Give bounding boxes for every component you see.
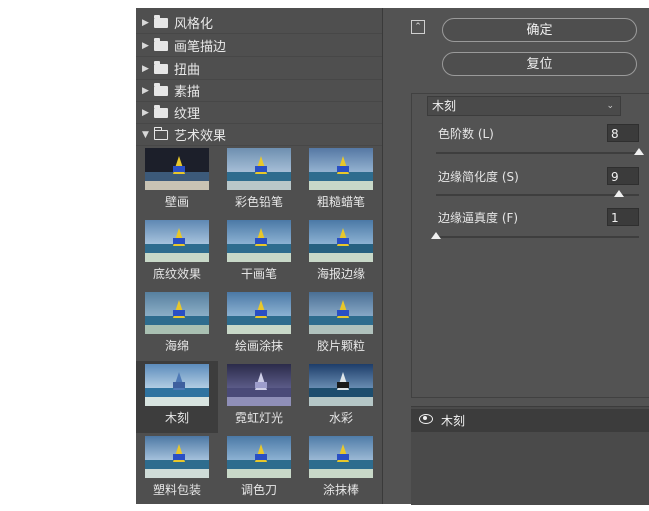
thumb-label: 底纹效果	[152, 267, 201, 281]
expand-arrow-icon: ▶	[142, 40, 149, 51]
expand-arrow-icon: ▶	[142, 107, 149, 118]
thumb-label: 干画笔	[240, 267, 277, 281]
thumb-label: 海绵	[164, 339, 189, 353]
thumb-label: 涂抹棒	[322, 483, 359, 497]
filter-select-value: 木刻	[432, 99, 457, 113]
slider-knob[interactable]	[431, 232, 441, 239]
thumbnail-image	[309, 148, 373, 190]
thumbnail-grid: 壁画 彩色铅笔 粗糙蜡笔 底纹效果 干画笔 海报边缘 海绵 绘画涂抹 胶片颗粒 …	[136, 145, 382, 504]
collapse-icon[interactable]: ⌃	[411, 20, 425, 34]
folder-open-icon	[154, 126, 168, 140]
layer-name: 木刻	[441, 414, 466, 428]
thumb-paint-daubs[interactable]: 绘画涂抹	[218, 289, 300, 361]
thumb-label: 海报边缘	[316, 267, 365, 281]
thumb-label: 胶片颗粒	[316, 339, 365, 353]
thumb-label: 塑料包装	[152, 483, 201, 497]
param-input-simplicity[interactable]: 9	[607, 167, 639, 185]
category-label: 纹理	[174, 107, 201, 122]
thumb-label: 水彩	[328, 411, 353, 425]
reset-button[interactable]: 复位	[442, 52, 637, 76]
thumbnail-image	[145, 148, 209, 190]
expand-arrow-icon: ▶	[142, 17, 149, 28]
thumb-neon-glow[interactable]: 霓虹灯光	[218, 361, 300, 433]
thumbnail-image	[227, 148, 291, 190]
thumb-label: 绘画涂抹	[234, 339, 283, 353]
folder-icon	[154, 14, 168, 28]
expand-arrow-icon: ▶	[142, 85, 149, 96]
category-label: 画笔描边	[174, 40, 227, 55]
thumb-label: 彩色铅笔	[234, 195, 283, 209]
effect-layers: 木刻	[411, 406, 649, 505]
category-texture[interactable]: ▶ 纹理	[136, 102, 382, 124]
thumb-label: 调色刀	[240, 483, 277, 497]
category-artistic[interactable]: ▼ 艺术效果	[136, 124, 382, 146]
thumbnail-image	[309, 364, 373, 406]
thumbnail-image	[227, 220, 291, 262]
slider-knob[interactable]	[613, 190, 624, 197]
thumbnail-image	[227, 292, 291, 334]
filter-list: ▶ 风格化 ▶ 画笔描边 ▶ 扭曲 ▶ 素描 ▶ 纹理 ▼ 艺术效果 壁画 彩色…	[136, 8, 382, 504]
thumb-palette-knife[interactable]: 调色刀	[218, 433, 300, 505]
thumb-label: 粗糙蜡笔	[316, 195, 365, 209]
thumb-underpainting[interactable]: 底纹效果	[136, 217, 218, 289]
thumb-sponge[interactable]: 海绵	[136, 289, 218, 361]
thumbnail-image	[309, 292, 373, 334]
filter-select[interactable]: 木刻 ⌄	[427, 96, 621, 116]
thumbnail-image	[145, 436, 209, 478]
chevron-down-icon: ⌄	[606, 101, 614, 111]
category-label: 素描	[174, 85, 201, 100]
thumb-watercolor[interactable]: 水彩	[300, 361, 382, 433]
thumb-label: 木刻	[164, 411, 189, 425]
thumb-colored-pencil[interactable]: 彩色铅笔	[218, 145, 300, 217]
thumbnail-image	[227, 436, 291, 478]
folder-icon	[154, 37, 168, 51]
thumb-dry-brush[interactable]: 干画笔	[218, 217, 300, 289]
param-input-levels[interactable]: 8	[607, 124, 639, 142]
thumb-film-grain[interactable]: 胶片颗粒	[300, 289, 382, 361]
ok-button[interactable]: 确定	[442, 18, 637, 42]
category-label: 风格化	[174, 17, 214, 32]
folder-icon	[154, 82, 168, 96]
param-slider-simplicity[interactable]	[436, 194, 639, 196]
category-stylize[interactable]: ▶ 风格化	[136, 12, 382, 34]
layer-row[interactable]: 木刻	[411, 409, 649, 432]
category-distort[interactable]: ▶ 扭曲	[136, 58, 382, 80]
folder-icon	[154, 60, 168, 74]
category-label: 扭曲	[174, 63, 201, 78]
thumbnail-image	[145, 220, 209, 262]
param-label-levels: 色阶数 (L)	[438, 127, 494, 141]
expand-arrow-icon: ▶	[142, 63, 149, 74]
category-brush-strokes[interactable]: ▶ 画笔描边	[136, 35, 382, 57]
eye-icon[interactable]	[419, 414, 433, 424]
param-slider-fidelity[interactable]	[436, 236, 639, 238]
thumbnail-image	[309, 220, 373, 262]
category-sketch[interactable]: ▶ 素描	[136, 80, 382, 102]
slider-knob[interactable]	[634, 148, 644, 155]
param-label-simplicity: 边缘简化度 (S)	[438, 170, 519, 184]
thumb-label: 壁画	[164, 195, 189, 209]
filter-gallery-panel: ▶ 风格化 ▶ 画笔描边 ▶ 扭曲 ▶ 素描 ▶ 纹理 ▼ 艺术效果 壁画 彩色…	[136, 8, 649, 505]
thumbnail-image	[145, 292, 209, 334]
param-input-fidelity[interactable]: 1	[607, 208, 639, 226]
thumb-fresco[interactable]: 壁画	[136, 145, 218, 217]
thumbnail-image	[309, 436, 373, 478]
thumb-poster-edges[interactable]: 海报边缘	[300, 217, 382, 289]
param-label-fidelity: 边缘逼真度 (F)	[438, 211, 519, 225]
thumb-plastic-wrap[interactable]: 塑料包装	[136, 433, 218, 505]
folder-icon	[154, 104, 168, 118]
thumb-cutout[interactable]: 木刻	[136, 361, 218, 433]
collapse-arrow-icon: ▼	[142, 129, 149, 140]
category-label: 艺术效果	[174, 129, 227, 144]
thumbnail-image	[145, 364, 209, 406]
thumb-label: 霓虹灯光	[234, 411, 283, 425]
thumb-rough-pastels[interactable]: 粗糙蜡笔	[300, 145, 382, 217]
thumbnail-image	[227, 364, 291, 406]
thumb-smudge-stick[interactable]: 涂抹棒	[300, 433, 382, 505]
param-slider-levels[interactable]	[436, 152, 639, 154]
